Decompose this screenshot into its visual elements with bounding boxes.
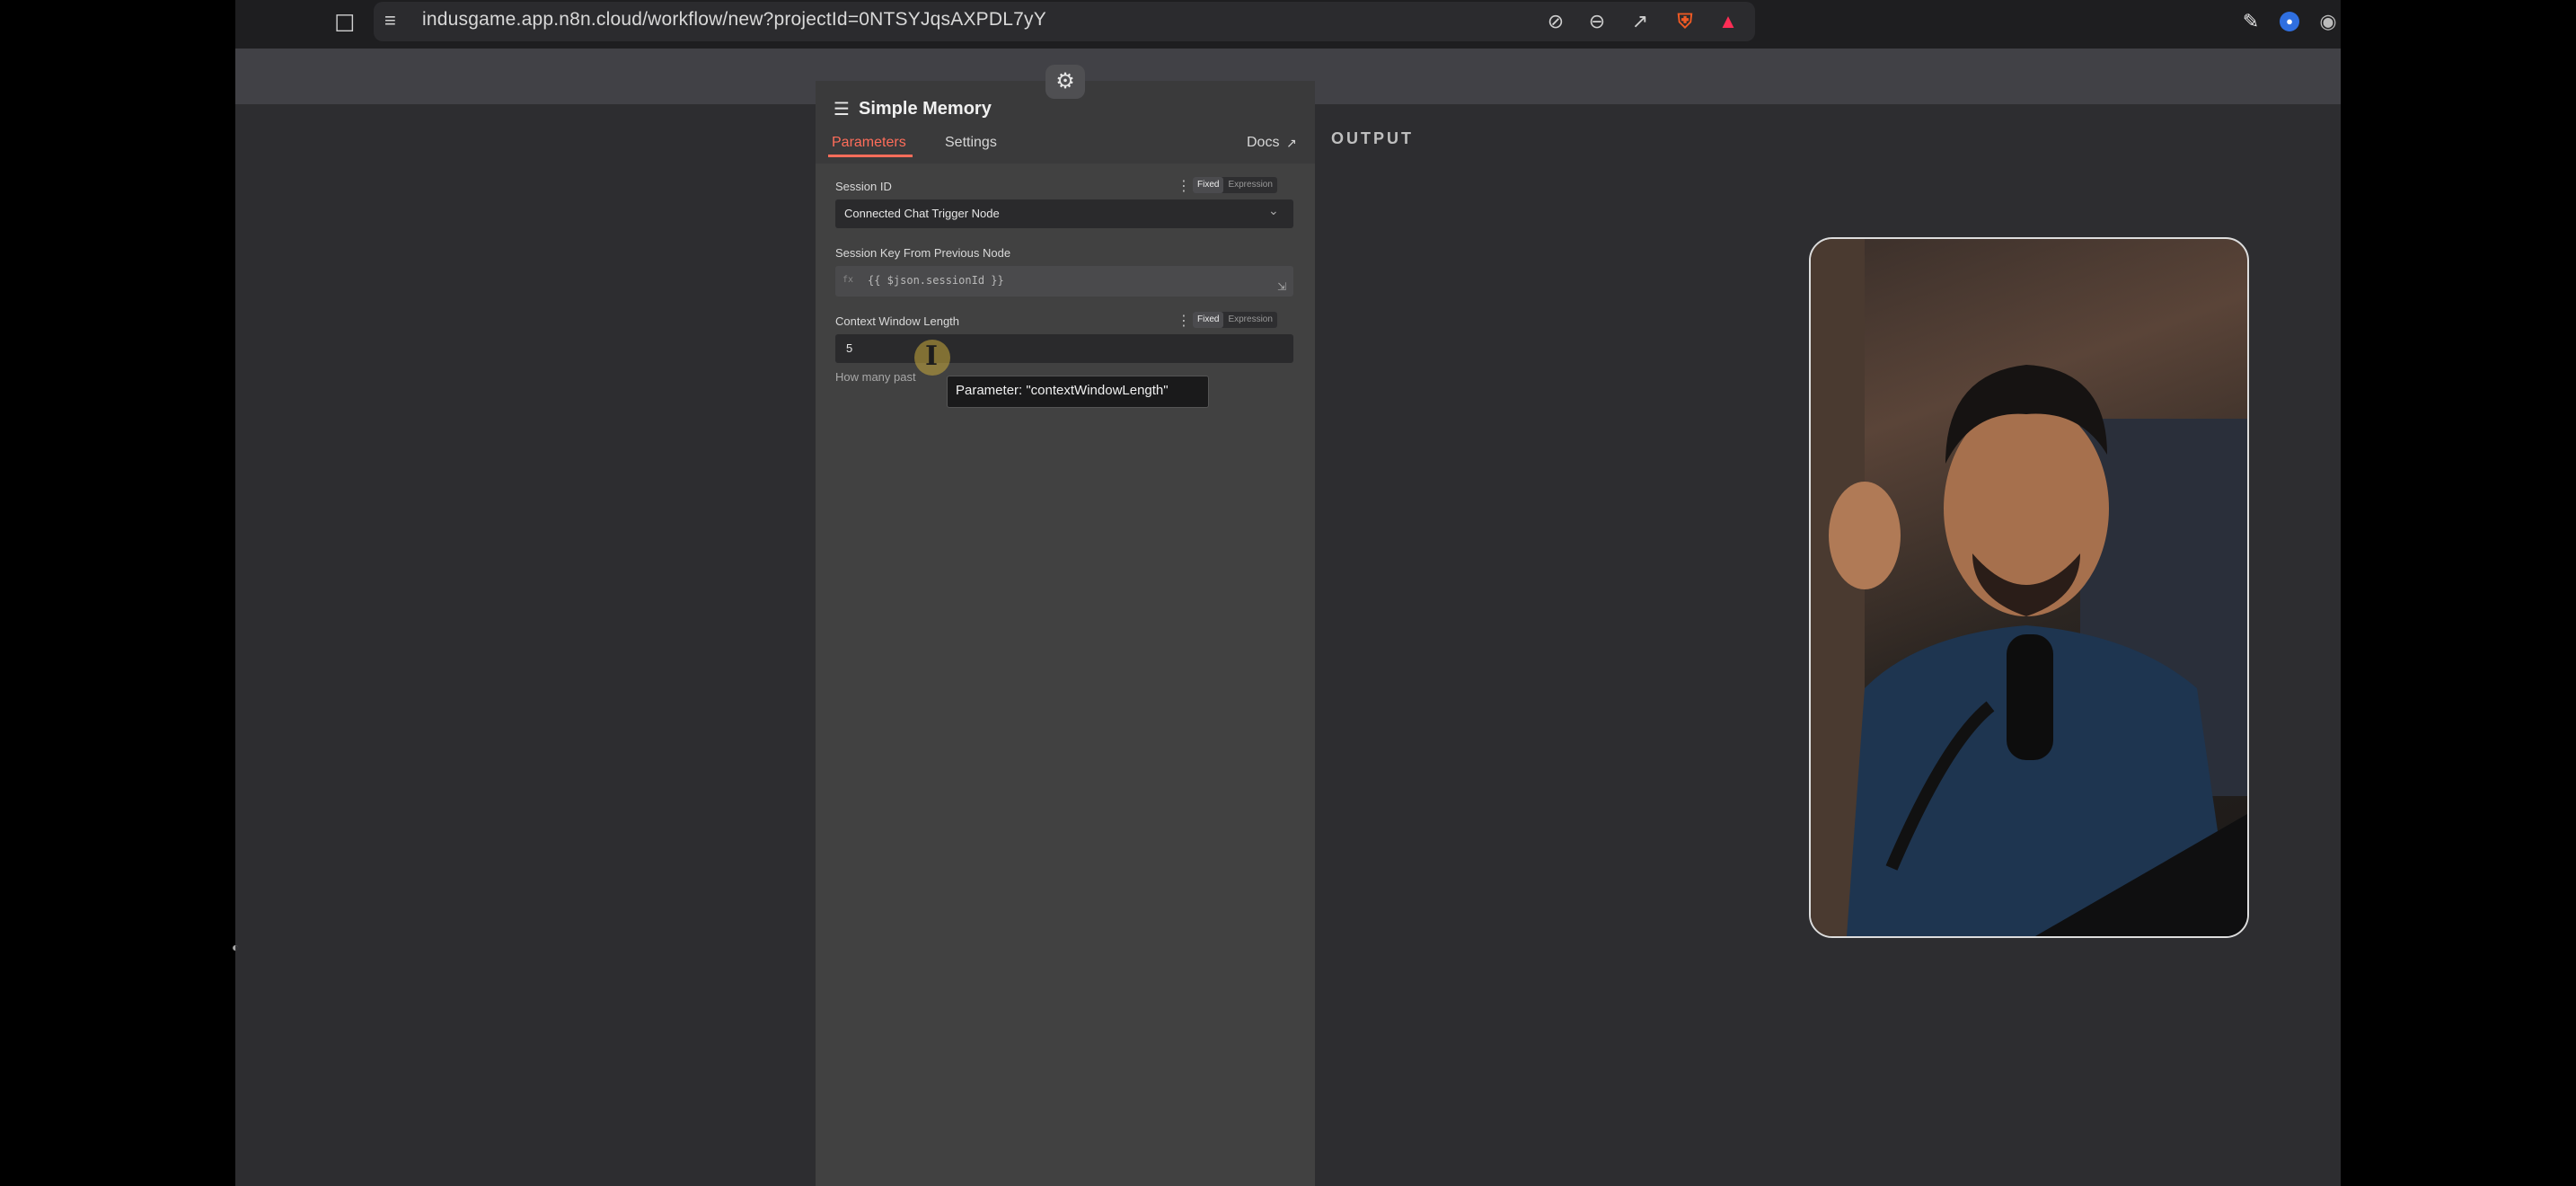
camera-icon[interactable]: ◉ (2316, 9, 2341, 34)
database-icon: ☰ (834, 100, 850, 119)
chevron-down-icon[interactable]: ⌄ (1268, 203, 1279, 218)
bookmark-icon[interactable]: ☐ (334, 11, 355, 36)
session-id-value: Connected Chat Trigger Node (844, 207, 1000, 220)
tab-settings[interactable]: Settings (945, 135, 997, 151)
text-cursor-icon: I (925, 341, 939, 372)
microphone (2007, 634, 2053, 760)
session-id-label: Session ID (835, 180, 892, 193)
context-window-hint: How many past (835, 370, 916, 384)
options-kebab-icon[interactable]: ⋮ (1177, 177, 1191, 195)
pen-icon[interactable]: ✎ (2238, 9, 2263, 34)
context-window-value: 5 (846, 341, 853, 355)
zoom-out-icon[interactable]: ⊖ (1584, 9, 1610, 34)
output-title: OUTPUT (1331, 129, 1414, 147)
fixed-expression-toggle[interactable]: Fixed Expression (1193, 177, 1277, 193)
panel-collapse-icon[interactable]: ◐ (232, 940, 239, 954)
face (1944, 401, 2109, 616)
hand (1829, 482, 1901, 589)
extension-icon[interactable]: ● (2280, 12, 2299, 31)
mode-expression[interactable]: Expression (1223, 312, 1276, 328)
share-icon[interactable]: ↗ (1628, 9, 1653, 34)
session-key-label: Session Key From Previous Node (835, 246, 1011, 260)
mode-fixed[interactable]: Fixed (1193, 177, 1224, 193)
fixed-expression-toggle[interactable]: Fixed Expression (1193, 312, 1277, 328)
context-window-input[interactable] (835, 334, 1293, 363)
robot-icon[interactable]: ⚙ (1045, 65, 1085, 99)
tracking-off-icon[interactable]: ⊘ (1543, 9, 1568, 34)
url-text[interactable]: indusgame.app.n8n.cloud/workflow/new?pro… (422, 9, 1046, 31)
expand-editor-icon[interactable]: ⇲ (1277, 280, 1286, 293)
site-settings-icon[interactable]: ≡ (384, 9, 408, 32)
presenter-video (1811, 239, 2247, 936)
tooltip-text: Parameter: "contextWindowLength" (956, 383, 1169, 398)
tab-parameters[interactable]: Parameters (832, 135, 906, 151)
docs-link[interactable]: Docs (1247, 135, 1279, 151)
brave-shield-icon[interactable]: ⛨ (1672, 9, 1698, 34)
options-kebab-icon[interactable]: ⋮ (1177, 312, 1191, 330)
external-link-icon: ↗ (1286, 136, 1297, 150)
context-window-label: Context Window Length (835, 314, 960, 328)
session-key-expression: {{ $json.sessionId }} (868, 274, 1004, 287)
mode-fixed[interactable]: Fixed (1193, 312, 1224, 328)
webcam-overlay (1809, 237, 2249, 938)
mode-expression[interactable]: Expression (1223, 177, 1276, 193)
brave-rewards-icon[interactable]: ▲ (1716, 9, 1741, 34)
panel-title[interactable]: Simple Memory (859, 99, 992, 119)
fx-icon: fx (842, 275, 854, 285)
active-tab-indicator (828, 155, 913, 157)
